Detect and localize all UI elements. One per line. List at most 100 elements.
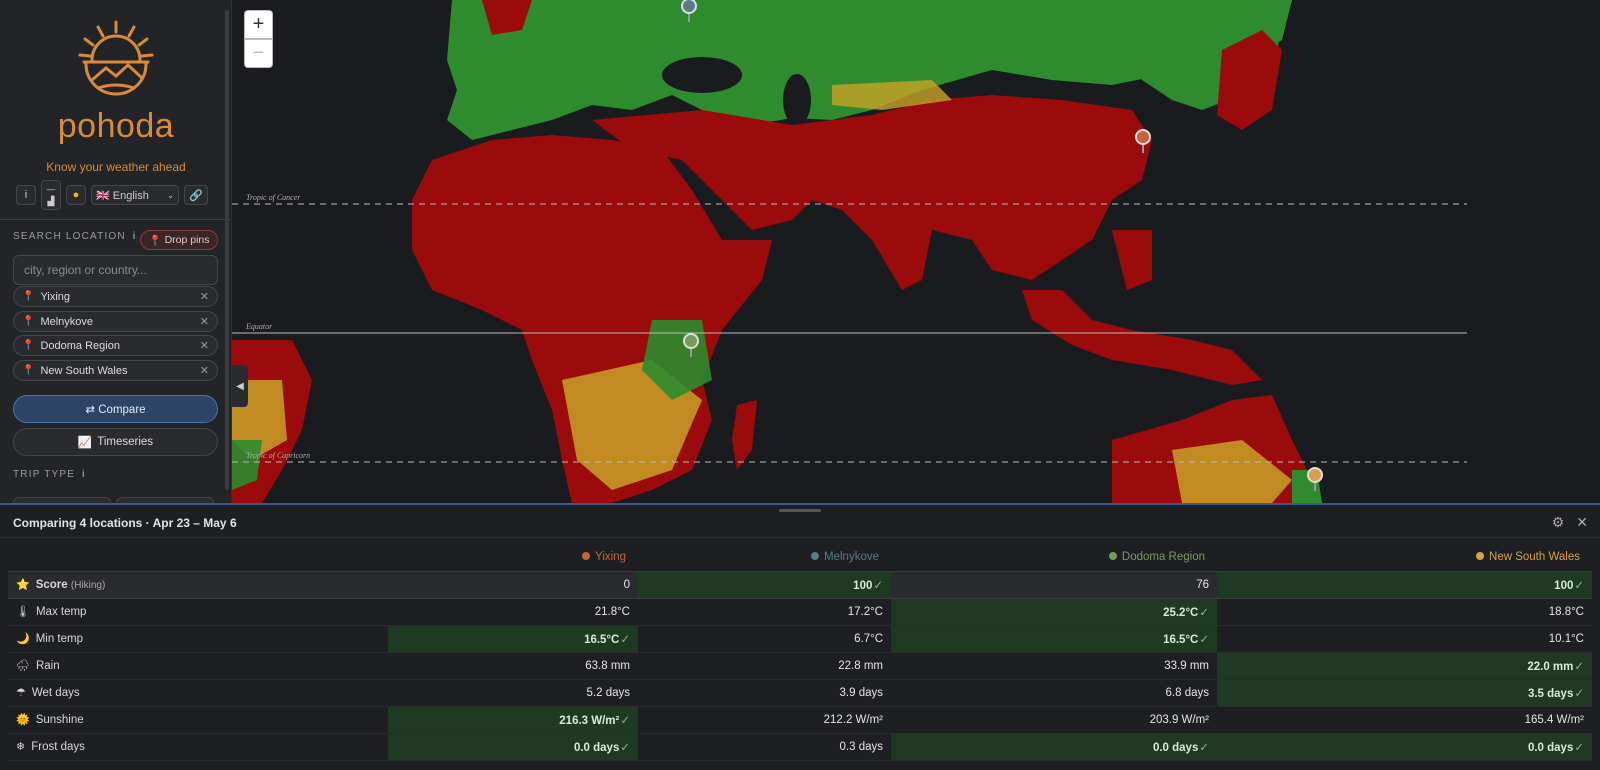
row-icon: ❄: [16, 741, 26, 753]
app-root: pohoda Know your weather ahead i — ▟ ● 🇬…: [0, 0, 1600, 770]
check-icon: ✓: [873, 579, 883, 592]
remove-location-icon[interactable]: ✕: [200, 315, 209, 328]
cell-value: 212.2 W/m²: [823, 713, 883, 726]
language-value: 🇬🇧 English: [96, 189, 149, 202]
cell-value: 6.8 days: [1165, 686, 1209, 699]
drop-pins-button[interactable]: 📍 Drop pins: [140, 230, 218, 250]
cell-value: 25.2°C: [1163, 606, 1199, 619]
row-label: 🌙 Min temp: [8, 625, 388, 653]
language-select[interactable]: 🇬🇧 English ⌄: [91, 185, 179, 205]
row-label-text: Rain: [35, 660, 60, 672]
logo: pohoda Know your weather ahead: [0, 18, 231, 174]
column-header: Yixing: [388, 543, 638, 571]
cell-value: 100: [853, 579, 873, 592]
location-chip[interactable]: 📍 New South Wales ✕: [13, 360, 218, 381]
map-view[interactable]: Tropic of Cancer Equator Tropic of Capri…: [232, 0, 1600, 503]
panel-separator: [0, 537, 1600, 538]
caspian-sea: [783, 74, 811, 126]
location-chip[interactable]: 📍 Melnykove ✕: [13, 311, 218, 332]
zoom-out-button[interactable]: −: [244, 39, 273, 68]
table-cell: 10.1°C: [1217, 625, 1592, 653]
philippines: [1112, 230, 1152, 290]
close-icon[interactable]: ✕: [1576, 514, 1588, 531]
remove-location-icon[interactable]: ✕: [200, 339, 209, 352]
pin-icon: 📍: [22, 340, 35, 351]
location-chip-label: Yixing: [40, 290, 71, 303]
search-info-icon[interactable]: i: [133, 231, 136, 242]
sidebar-scrollbar[interactable]: [225, 10, 229, 490]
column-header-label: Yixing: [595, 550, 626, 563]
table-cell: 216.3 W/m²✓: [388, 706, 638, 734]
row-label-text: Wet days: [31, 687, 80, 699]
trip-info-icon[interactable]: i: [82, 469, 85, 480]
remove-location-icon[interactable]: ✕: [200, 364, 209, 377]
chart-view-button[interactable]: — ▟: [41, 180, 61, 210]
bar-chart-icon: ▟: [47, 196, 55, 206]
panel-resize-handle[interactable]: [779, 509, 821, 512]
cell-value: 16.5°C: [584, 633, 620, 646]
table-cell: 100✓: [1217, 570, 1592, 599]
series-color-dot: [1476, 551, 1485, 560]
table-cell: 212.2 W/m²: [638, 706, 891, 734]
drop-pins-label: Drop pins: [164, 234, 210, 246]
table-cell: 0.0 days✓: [891, 733, 1217, 761]
cell-value: 17.2°C: [847, 605, 883, 618]
theme-toggle-button[interactable]: ●: [66, 185, 86, 205]
search-input[interactable]: [13, 255, 218, 285]
sidebar-divider: [0, 219, 231, 220]
table-row: 🌞 Sunshine 216.3 W/m²✓ 212.2 W/m² 203.9 W/m²…: [8, 706, 1592, 734]
pin-icon: 📍: [22, 291, 35, 302]
indonesia-region: [1022, 290, 1262, 385]
collapse-sidebar-button[interactable]: ◀: [232, 365, 248, 407]
location-chip[interactable]: 📍 Yixing ✕: [13, 286, 218, 307]
chevron-down-icon: ⌄: [167, 190, 174, 200]
sun-mountain-logo-icon: [78, 20, 154, 96]
table-row: 🌡 Max temp 21.8°C 17.2°C 25.2°C✓ 18.8°C: [8, 598, 1592, 626]
row-icon: ☂: [16, 687, 26, 699]
table-cell: 16.5°C✓: [388, 625, 638, 653]
location-chip[interactable]: 📍 Dodoma Region ✕: [13, 335, 218, 356]
check-icon: ✓: [1574, 741, 1584, 754]
pin-icon: 📍: [148, 234, 162, 247]
climate-map[interactable]: Tropic of Cancer Equator Tropic of Capri…: [232, 0, 1600, 503]
cell-value: 22.8 mm: [838, 659, 883, 672]
sidebar-toolbar: i — ▟ ● 🇬🇧 English ⌄ 🔗: [16, 180, 208, 210]
share-link-button[interactable]: 🔗: [184, 185, 208, 205]
column-header-label: Dodoma Region: [1121, 550, 1205, 563]
table-row: ☂ Wet days 5.2 days 3.9 days 6.8 days 3.5 day…: [8, 679, 1592, 707]
table-row: 🌧 Rain 63.8 mm 22.8 mm 33.9 mm 22.0 mm✓: [8, 652, 1592, 680]
table-cell: 16.5°C✓: [891, 625, 1217, 653]
table-cell: 0.3 days: [638, 733, 891, 761]
equator-label: Equator: [245, 322, 273, 331]
table-cell: 33.9 mm: [891, 652, 1217, 680]
search-location-label-text: SEARCH LOCATION: [13, 231, 126, 242]
pin-icon: 📍: [22, 316, 35, 327]
comparison-panel: Comparing 4 locations · Apr 23 – May 6 ⚙…: [0, 503, 1600, 770]
compare-button[interactable]: ⇄ Compare: [13, 395, 218, 423]
table-body: ⭐ Score (Hiking) 0 100✓ 76 100✓ 🌡 Max temp 21.8°…: [8, 570, 1592, 761]
table-cell: 22.0 mm✓: [1217, 652, 1592, 680]
column-header-label: New South Wales: [1489, 550, 1580, 563]
location-chip-label: Melnykove: [40, 315, 94, 328]
cell-value: 165.4 W/m²: [1524, 713, 1584, 726]
cell-value: 203.9 W/m²: [1149, 713, 1209, 726]
table-cell: 25.2°C✓: [891, 598, 1217, 626]
table-cell: 203.9 W/m²: [891, 706, 1217, 734]
remove-location-icon[interactable]: ✕: [200, 290, 209, 303]
gear-icon[interactable]: ⚙: [1552, 514, 1565, 531]
info-button[interactable]: i: [16, 185, 36, 205]
cell-value: 21.8°C: [594, 605, 630, 618]
timeseries-button[interactable]: 📈 Timeseries: [13, 428, 218, 456]
trip-type-label-text: TRIP TYPE: [13, 469, 76, 480]
check-icon: ✓: [1199, 633, 1209, 646]
check-icon: ✓: [1199, 741, 1209, 754]
zoom-in-button[interactable]: +: [244, 10, 273, 39]
table-header-row: Yixing Melnykove Dodoma Region New South Wa…: [8, 543, 1592, 571]
tagline: Know your weather ahead: [46, 160, 186, 174]
location-chip-label: Dodoma Region: [40, 339, 120, 352]
brand-name: pohoda: [57, 107, 175, 145]
check-icon: ✓: [620, 633, 630, 646]
table-cell: 5.2 days: [388, 679, 638, 707]
column-header: Melnykove: [638, 543, 891, 571]
row-label-text: Score: [35, 579, 68, 591]
